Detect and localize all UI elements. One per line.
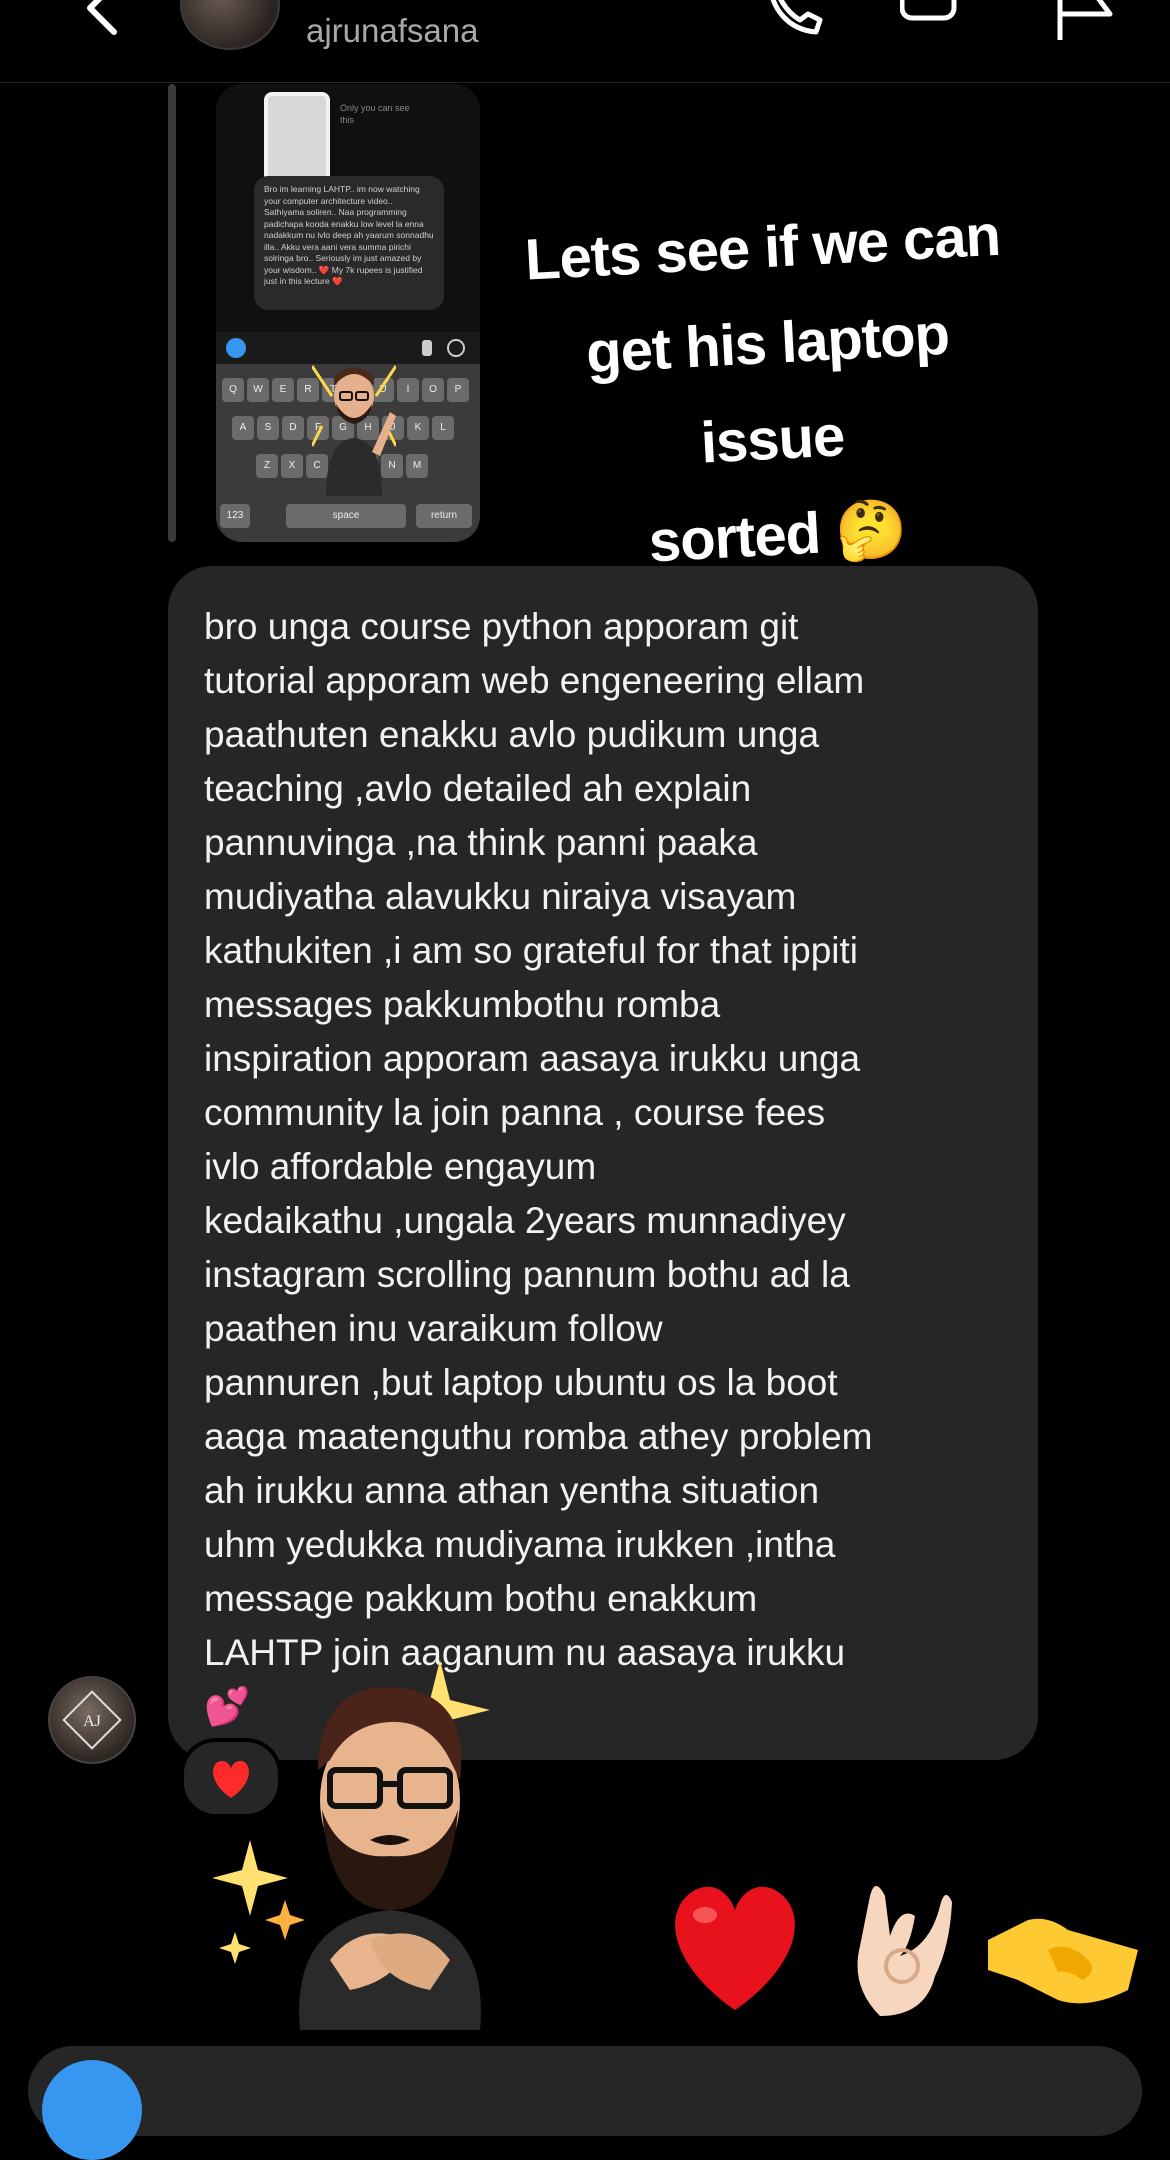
thumbnail-image-card: [264, 92, 330, 186]
thumbnail-visibility-note: Only you can see this: [340, 103, 410, 125]
thumbnail-key: Q: [222, 378, 244, 402]
thumbnail-key: 123: [220, 504, 250, 528]
back-arrow-icon[interactable]: [70, 0, 130, 38]
thumbnail-key: K: [407, 416, 429, 440]
thumbnail-quoted-message: Bro im learning LAHTP.. im now watching …: [254, 176, 444, 310]
received-message-bubble[interactable]: bro unga course python apporam git tutor…: [168, 566, 1038, 1760]
thumbnail-key: D: [282, 416, 304, 440]
thumbnail-key: M: [406, 454, 428, 478]
phone-call-icon[interactable]: [760, 0, 830, 40]
thumbnail-key: S: [257, 416, 279, 440]
thumbnail-key: A: [232, 416, 254, 440]
thumbnail-key: W: [247, 378, 269, 402]
story-thumbnail[interactable]: Only you can see this Bro im learning LA…: [216, 84, 480, 542]
story-caption: Lets see if we can get his laptop issue …: [500, 187, 1039, 598]
thumbnail-key: space: [286, 504, 406, 528]
thumbnail-key: P: [447, 378, 469, 402]
chat-header: ajrunafsana: [0, 0, 1170, 83]
camera-button[interactable]: [42, 2060, 142, 2160]
thumbnail-key: return: [416, 504, 472, 528]
thumbnail-key: O: [422, 378, 444, 402]
video-call-icon[interactable]: [900, 0, 980, 40]
thumbnail-key: L: [432, 416, 454, 440]
handshake-quick-reaction-icon[interactable]: [988, 1900, 1138, 2020]
thumbnail-key: Z: [256, 454, 278, 478]
heart-quick-reaction-icon[interactable]: [660, 1870, 810, 2020]
memoji-sticker-icon: [212, 1660, 490, 2030]
flag-icon[interactable]: [1050, 0, 1120, 40]
caption-line-2: get his laptop issue: [584, 301, 951, 476]
ok-hand-quick-reaction-icon[interactable]: [840, 1866, 970, 2026]
reply-indicator-bar: [168, 84, 176, 542]
thumbnail-key: X: [281, 454, 303, 478]
thumbnail-key: I: [397, 378, 419, 402]
thumbnail-key: E: [272, 378, 294, 402]
memoji-thumbnail-icon: [312, 365, 396, 496]
avatar-initials: AJ: [83, 1713, 101, 1730]
message-composer[interactable]: [28, 2046, 1142, 2136]
header-avatar[interactable]: [180, 0, 280, 50]
message-text: bro unga course python apporam git tutor…: [204, 606, 873, 1727]
caption-line-3: sorted: [647, 500, 822, 575]
header-username[interactable]: ajrunafsana: [306, 12, 478, 50]
sender-avatar[interactable]: AJ: [48, 1676, 136, 1764]
